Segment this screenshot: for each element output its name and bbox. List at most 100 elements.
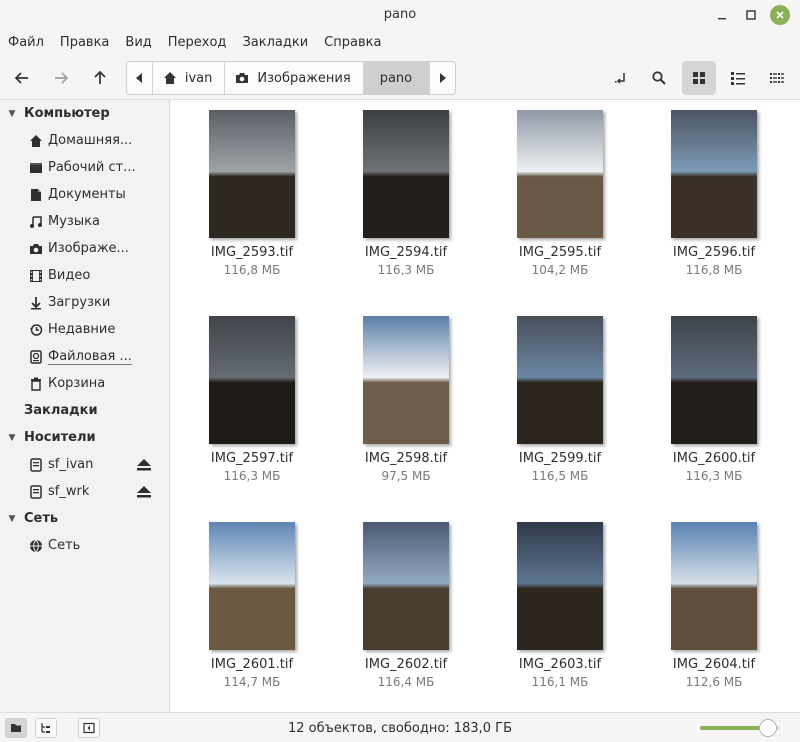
sidebar-item-label: Файловая ... — [48, 348, 132, 365]
file-item[interactable]: IMG_2600.tif 116,3 МБ — [639, 306, 789, 496]
maximize-button[interactable] — [741, 5, 761, 25]
sidebar-item-trash[interactable]: Корзина — [0, 370, 170, 397]
triangle-right-icon — [439, 73, 446, 83]
toggle-location-button[interactable] — [606, 63, 636, 93]
file-size: 116,8 МБ — [685, 263, 743, 277]
image-thumbnail[interactable] — [209, 110, 295, 238]
sidebar-item-desktop[interactable]: Рабочий ст... — [0, 154, 170, 181]
path-scroll-left-button[interactable] — [127, 62, 153, 94]
image-thumbnail[interactable] — [517, 110, 603, 238]
file-grid: IMG_2593.tif 116,8 МБ IMG_2594.tif 116,3 МБ… — [171, 100, 800, 712]
menu-view[interactable]: Вид — [125, 30, 151, 56]
path-segment-current[interactable]: pano — [363, 62, 430, 94]
file-item[interactable]: IMG_2595.tif 104,2 МБ — [485, 100, 635, 290]
sidebar-item-home[interactable]: Домашняя... — [0, 127, 170, 154]
icon-view-button[interactable] — [682, 61, 716, 95]
path-segment-home[interactable]: ivan — [153, 62, 226, 94]
drive-icon — [30, 457, 42, 472]
file-item[interactable]: IMG_2602.tif 116,4 МБ — [331, 512, 481, 702]
menu-help[interactable]: Справка — [324, 30, 381, 56]
home-icon — [163, 72, 176, 84]
file-size: 114,7 МБ — [223, 675, 281, 689]
file-size: 116,5 МБ — [531, 469, 589, 483]
menu-go[interactable]: Переход — [168, 30, 227, 56]
image-thumbnail[interactable] — [209, 522, 295, 650]
sidebar: ▼ Компьютер Домашняя... Рабочий ст... До… — [0, 100, 170, 712]
file-name: IMG_2594.tif — [364, 245, 448, 260]
path-segment-pictures[interactable]: Изображения — [225, 62, 364, 94]
image-thumbnail[interactable] — [363, 110, 449, 238]
back-button[interactable] — [7, 63, 37, 93]
network-icon — [30, 539, 42, 552]
file-item[interactable]: IMG_2603.tif 116,1 МБ — [485, 512, 635, 702]
sidebar-section-devices[interactable]: ▼ Носители — [0, 424, 96, 451]
sidebar-item-network[interactable]: Сеть — [0, 532, 170, 559]
image-thumbnail[interactable] — [517, 316, 603, 444]
eject-icon[interactable] — [136, 458, 152, 472]
image-thumbnail[interactable] — [671, 522, 757, 650]
download-icon — [31, 296, 41, 309]
file-item[interactable]: IMG_2601.tif 114,7 МБ — [177, 512, 327, 702]
sidebar-section-bookmarks[interactable]: Закладки — [0, 397, 98, 424]
menu-file[interactable]: Файл — [8, 30, 44, 56]
file-size: 116,3 МБ — [377, 263, 435, 277]
image-thumbnail[interactable] — [363, 316, 449, 444]
minimize-button[interactable] — [712, 5, 732, 25]
file-size: 116,1 МБ — [531, 675, 589, 689]
file-item[interactable]: IMG_2604.tif 112,6 МБ — [639, 512, 789, 702]
compact-view-button[interactable] — [762, 63, 792, 93]
file-name: IMG_2593.tif — [210, 245, 294, 260]
sidebar-item-label: Рабочий ст... — [48, 160, 136, 175]
sidebar-item-videos[interactable]: Видео — [0, 262, 170, 289]
menu-edit[interactable]: Правка — [60, 30, 109, 56]
desktop-icon — [30, 162, 42, 173]
arrow-right-icon — [55, 72, 69, 84]
drive-icon — [30, 349, 42, 364]
file-name: IMG_2596.tif — [672, 245, 756, 260]
sidebar-item-sf-ivan[interactable]: sf_ivan — [0, 451, 170, 478]
image-thumbnail[interactable] — [363, 522, 449, 650]
sidebar-item-documents[interactable]: Документы — [0, 181, 170, 208]
image-thumbnail[interactable] — [209, 316, 295, 444]
sidebar-item-downloads[interactable]: Загрузки — [0, 289, 170, 316]
sidebar-item-pictures[interactable]: Изображе... — [0, 235, 170, 262]
file-size: 104,2 МБ — [531, 263, 589, 277]
file-name: IMG_2599.tif — [518, 451, 602, 466]
sidebar-item-sf-wrk[interactable]: sf_wrk — [0, 478, 170, 505]
image-thumbnail[interactable] — [671, 110, 757, 238]
file-item[interactable]: IMG_2596.tif 116,8 МБ — [639, 100, 789, 290]
file-name: IMG_2602.tif — [364, 657, 448, 672]
file-item[interactable]: IMG_2594.tif 116,3 МБ — [331, 100, 481, 290]
sidebar-section-label: Закладки — [24, 403, 98, 418]
zoom-slider[interactable] — [700, 719, 780, 737]
sidebar-section-network[interactable]: ▼ Сеть — [0, 505, 59, 532]
sidebar-item-label: Музыка — [48, 214, 100, 229]
list-view-button[interactable] — [723, 63, 753, 93]
search-button[interactable] — [644, 63, 674, 93]
close-button[interactable] — [770, 5, 790, 25]
sidebar-section-computer[interactable]: ▼ Компьютер — [0, 100, 110, 127]
arrow-up-icon — [94, 70, 106, 84]
file-item[interactable]: IMG_2597.tif 116,3 МБ — [177, 306, 327, 496]
compact-list-icon — [770, 73, 784, 83]
sidebar-item-music[interactable]: Музыка — [0, 208, 170, 235]
image-thumbnail[interactable] — [671, 316, 757, 444]
eject-icon[interactable] — [136, 485, 152, 499]
image-thumbnail[interactable] — [517, 522, 603, 650]
sidebar-item-recent[interactable]: Недавние — [0, 316, 170, 343]
file-item[interactable]: IMG_2593.tif 116,8 МБ — [177, 100, 327, 290]
forward-button[interactable] — [46, 63, 76, 93]
drive-icon — [30, 484, 42, 499]
file-item[interactable]: IMG_2599.tif 116,5 МБ — [485, 306, 635, 496]
file-name: IMG_2597.tif — [210, 451, 294, 466]
path-scroll-right-button[interactable] — [429, 62, 455, 94]
menu-bookmarks[interactable]: Закладки — [242, 30, 308, 56]
file-item[interactable]: IMG_2598.tif 97,5 МБ — [331, 306, 481, 496]
history-icon — [30, 323, 43, 336]
file-name: IMG_2600.tif — [672, 451, 756, 466]
up-button[interactable] — [85, 63, 115, 93]
file-name: IMG_2595.tif — [518, 245, 602, 260]
zoom-slider-handle[interactable] — [759, 719, 777, 737]
sidebar-item-filesystem[interactable]: Файловая ... — [0, 343, 170, 370]
file-name: IMG_2604.tif — [672, 657, 756, 672]
